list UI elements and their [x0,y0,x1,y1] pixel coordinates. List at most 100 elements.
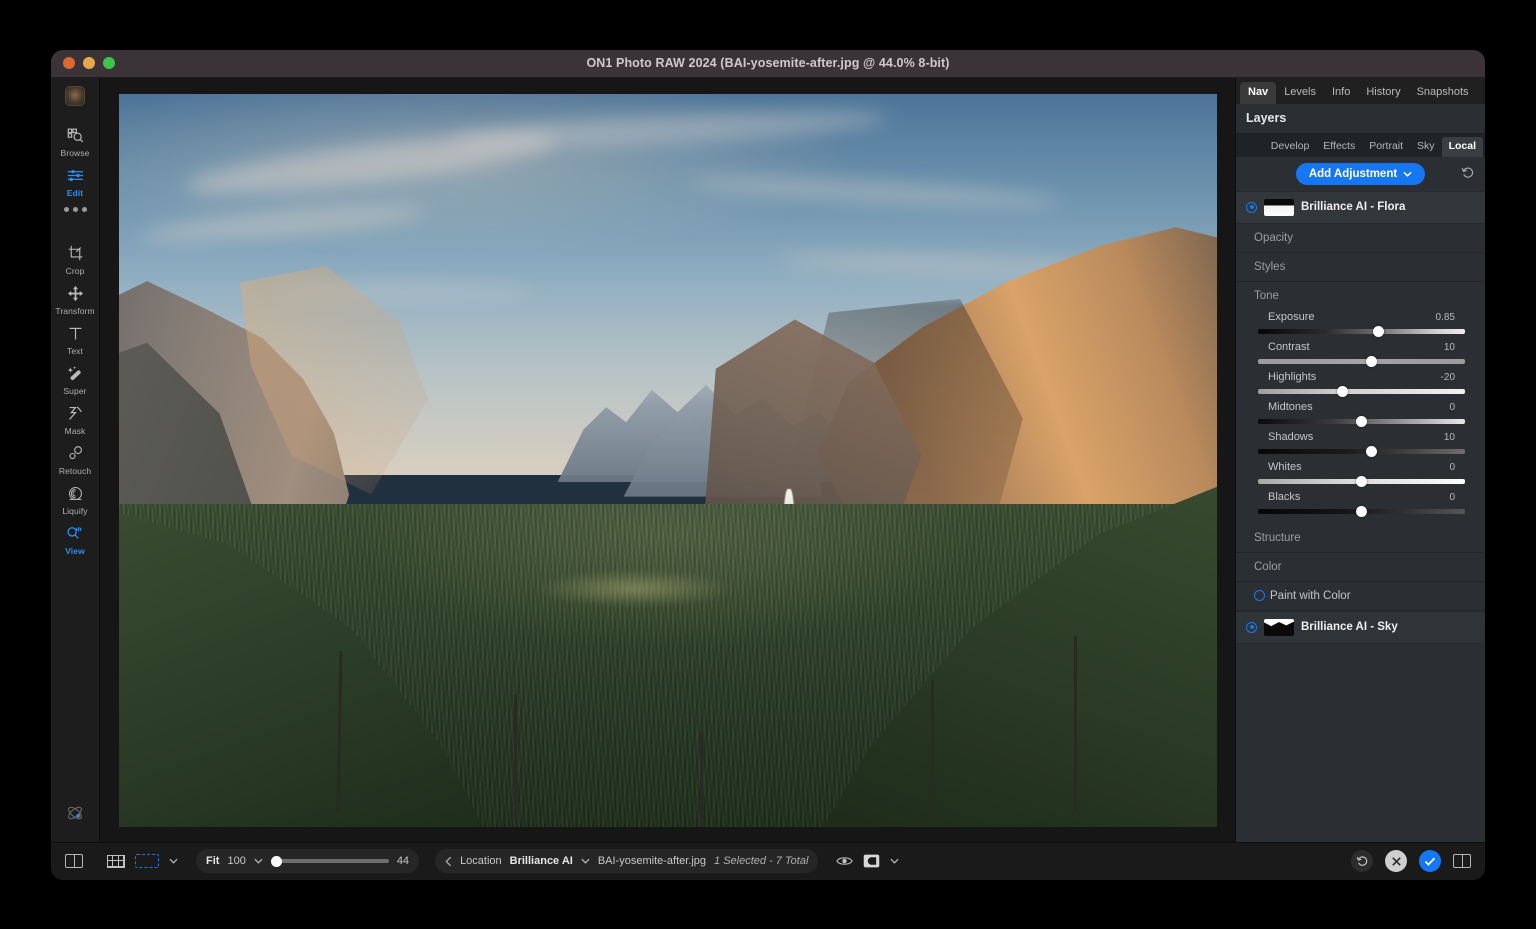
slider-knob[interactable] [1356,475,1367,487]
sidebar-item-liquify[interactable]: Liquify [51,478,100,518]
slider-track[interactable] [1258,505,1465,517]
slider-exposure[interactable]: Exposure 0.85 [1246,306,1475,337]
tab-levels[interactable]: Levels [1276,82,1324,104]
selection-rect-icon[interactable] [135,854,159,868]
slider-knob[interactable] [1372,325,1384,337]
slider-label: Blacks [1268,490,1301,503]
retouch-icon [64,444,86,464]
slider-value: 0 [1449,491,1455,503]
split-view-icon[interactable] [1453,854,1471,868]
more-options-icon[interactable] [63,206,87,212]
sidebar-item-transform[interactable]: Transform [51,278,100,318]
settings-orbit-icon[interactable] [65,803,85,842]
sidebar-label-transform: Transform [55,305,95,316]
tab-local[interactable]: Local [1441,137,1483,157]
canvas-area[interactable] [100,77,1235,842]
slider-label: Shadows [1268,430,1314,443]
sidebar-label-liquify: Liquify [62,505,88,516]
tab-portrait[interactable]: Portrait [1362,137,1410,157]
sidebar-item-mask[interactable]: Mask [51,398,100,438]
reset-icon[interactable] [1351,850,1373,872]
zoom-value: 44 [396,855,410,867]
slider-value: 0.85 [1435,311,1455,323]
desktop-background: ON1 Photo RAW 2024 (BAI-yosemite-after.j… [0,0,1536,929]
zoom-slider[interactable] [270,855,389,867]
tab-nav[interactable]: Nav [1240,81,1277,104]
zoom-fit-label[interactable]: Fit [206,855,219,867]
sidebar-item-retouch[interactable]: Retouch [51,438,100,478]
slider-knob[interactable] [1337,385,1349,397]
layer-name: Brilliance AI - Sky [1301,621,1398,633]
layer-toggle-icon[interactable] [1246,621,1257,633]
section-opacity[interactable]: Opacity [1236,224,1485,253]
tab-snapshots[interactable]: Snapshots [1409,82,1477,104]
photo-tree-snag [513,694,517,820]
slider-knob[interactable] [1366,355,1378,367]
section-structure[interactable]: Structure [1236,524,1485,553]
slider-shadows[interactable]: Shadows 10 [1246,426,1475,457]
location-value[interactable]: Brilliance AI [510,855,573,867]
app-window: ON1 Photo RAW 2024 (BAI-yosemite-after.j… [51,49,1485,880]
sidebar-item-view[interactable]: View [51,518,100,558]
tab-info[interactable]: Info [1324,82,1358,104]
layer-toggle-icon[interactable] [1246,201,1257,213]
zoom-slider-knob[interactable] [270,855,282,867]
paint-with-color-toggle-icon[interactable] [1254,590,1265,601]
slider-contrast[interactable]: Contrast 10 [1246,336,1475,367]
slider-knob[interactable] [1366,445,1378,457]
panel-toggle-icon[interactable] [65,854,83,868]
view-mode-chevron-down-icon[interactable] [169,858,178,864]
section-color[interactable]: Color [1236,553,1485,582]
confirm-icon[interactable] [1419,850,1441,872]
location-chevron-down-icon[interactable] [581,858,590,864]
zoom-preset-value[interactable]: 100 [227,855,245,867]
cancel-icon[interactable] [1385,850,1407,872]
layers-title: Layers [1236,103,1485,134]
paint-with-color-row[interactable]: Paint with Color [1236,582,1485,611]
current-filename: BAI-yosemite-after.jpg [597,855,707,867]
layer-row-sky[interactable]: Brilliance AI - Sky [1236,610,1485,644]
section-styles[interactable]: Styles [1236,253,1485,282]
slider-blacks[interactable]: Blacks 0 [1246,486,1475,517]
slider-knob[interactable] [1356,415,1367,427]
sidebar-item-text[interactable]: Text [51,318,100,358]
location-bar[interactable]: Location Brilliance AI BAI-yosemite-afte… [435,849,819,873]
photo-preview[interactable] [118,93,1217,827]
compare-chevron-down-icon[interactable] [890,858,899,864]
layer-mask-thumbnail[interactable] [1264,618,1294,636]
zoom-controls[interactable]: Fit 100 44 [196,849,420,873]
tab-develop[interactable]: Develop [1264,137,1317,157]
back-chevron-icon[interactable] [445,856,452,867]
tab-history[interactable]: History [1358,82,1408,104]
grid-view-icon[interactable] [107,854,125,868]
sidebar-item-crop[interactable]: Crop [51,238,100,278]
reset-icon[interactable] [1461,166,1475,180]
slider-midtones[interactable]: Midtones 0 [1246,396,1475,427]
slider-track[interactable] [1258,415,1465,427]
slider-label: Contrast [1268,340,1310,353]
add-adjustment-button[interactable]: Add Adjustment [1295,162,1426,185]
section-tone[interactable]: Tone [1236,282,1485,306]
compare-icon[interactable] [863,854,880,868]
sidebar-item-super[interactable]: Super [51,358,100,398]
photo-tree-snag [700,731,704,827]
view-zoom-icon [64,524,86,544]
preview-eye-icon[interactable] [836,855,854,867]
sidebar-item-browse[interactable]: Browse [51,120,100,160]
slider-track[interactable] [1258,475,1465,487]
layer-mask-thumbnail[interactable] [1264,198,1294,216]
photo-meadow [535,569,734,607]
slider-knob[interactable] [1356,505,1367,517]
slider-track[interactable] [1258,355,1465,367]
zoom-preset-chevron-down-icon[interactable] [254,858,263,864]
slider-track[interactable] [1258,385,1465,397]
slider-track[interactable] [1258,445,1465,457]
tab-sky[interactable]: Sky [1410,137,1442,157]
tab-effects[interactable]: Effects [1316,137,1362,157]
slider-track[interactable] [1258,325,1465,337]
layer-row-flora[interactable]: Brilliance AI - Flora [1236,190,1485,224]
mask-brush-icon [64,404,86,424]
slider-highlights[interactable]: Highlights -20 [1246,366,1475,397]
sidebar-item-edit[interactable]: Edit [51,160,100,200]
slider-whites[interactable]: Whites 0 [1246,456,1475,487]
